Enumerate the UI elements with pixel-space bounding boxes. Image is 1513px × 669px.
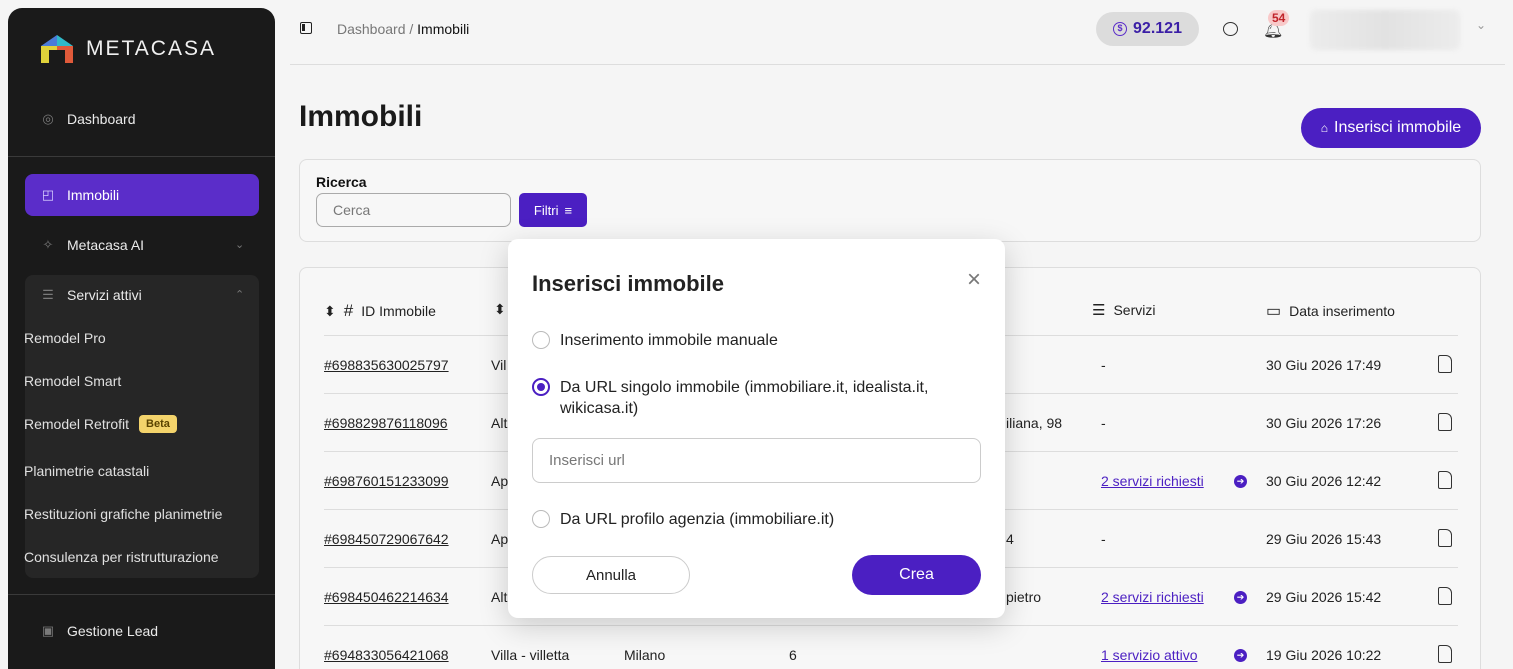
create-button[interactable]: Crea — [852, 555, 981, 595]
cancel-button[interactable]: Annulla — [532, 556, 690, 594]
option-label: Da URL profilo agenzia (immobiliare.it) — [560, 511, 835, 528]
url-placeholder: Inserisci url — [549, 452, 625, 469]
option-url-agency[interactable]: Da URL profilo agenzia (immobiliare.it) — [532, 509, 972, 530]
radio-url-single[interactable] — [532, 378, 550, 396]
insert-property-modal: Inserisci immobile × Inserimento immobil… — [508, 239, 1005, 618]
option-label: Inserimento immobile manuale — [560, 332, 778, 349]
option-url-single[interactable]: Da URL singolo immobile (immobiliare.it,… — [532, 377, 972, 419]
radio-manual[interactable] — [532, 331, 550, 349]
radio-url-agency[interactable] — [532, 510, 550, 528]
modal-title: Inserisci immobile — [532, 271, 724, 296]
option-label: Da URL singolo immobile (immobiliare.it,… — [560, 379, 929, 417]
option-manual[interactable]: Inserimento immobile manuale — [532, 330, 972, 351]
close-icon[interactable]: × — [963, 268, 985, 292]
url-input[interactable]: Inserisci url — [532, 438, 981, 483]
